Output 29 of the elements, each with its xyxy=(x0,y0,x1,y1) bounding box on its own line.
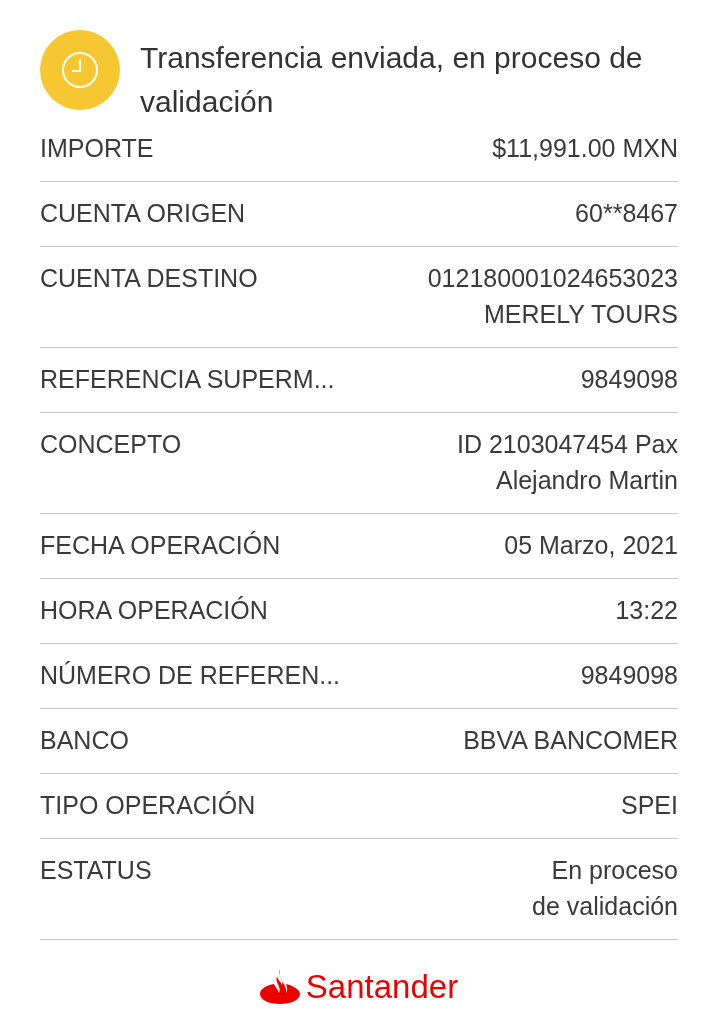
clock-icon xyxy=(40,30,120,110)
field-value: 012180001024653023 xyxy=(427,263,678,294)
field-value: ID 2103047454 Pax xyxy=(457,429,678,460)
field-label: HORA OPERACIÓN xyxy=(40,595,268,626)
field-value: 9849098 xyxy=(580,660,678,691)
field-value: 05 Marzo, 2021 xyxy=(504,530,678,561)
field-value: MERELY TOURS xyxy=(483,299,678,330)
field-value: 13:22 xyxy=(615,595,678,626)
field-value: 60**8467 xyxy=(575,198,678,229)
brand-name: Santander xyxy=(305,968,459,1006)
status-title: Transferencia enviada, en proceso de validación xyxy=(140,40,644,120)
field-label: BANCO xyxy=(40,725,129,756)
field-label: IMPORTE xyxy=(40,133,154,164)
field-value: BBVA BANCOMER xyxy=(463,725,678,756)
field-label: REFERENCIA SUPERM... xyxy=(40,364,335,395)
field-value: 9849098 xyxy=(580,364,678,395)
field-label: ESTATUS xyxy=(40,855,152,886)
field-label: CUENTA ORIGEN xyxy=(40,198,246,229)
field-value: En proceso xyxy=(551,855,678,886)
field-label: FECHA OPERACIÓN xyxy=(40,530,281,561)
flame-logo-icon xyxy=(259,969,300,1005)
field-value: Alejandro Martin xyxy=(495,465,678,496)
field-value: $11,991.00 MXN xyxy=(492,133,678,164)
field-label: NÚMERO DE REFEREN... xyxy=(40,660,341,691)
field-value: de validación xyxy=(532,891,678,922)
field-label: TIPO OPERACIÓN xyxy=(40,790,256,821)
field-value: SPEI xyxy=(621,790,678,821)
field-label: CUENTA DESTINO xyxy=(40,263,258,294)
field-label: CONCEPTO xyxy=(40,429,182,460)
